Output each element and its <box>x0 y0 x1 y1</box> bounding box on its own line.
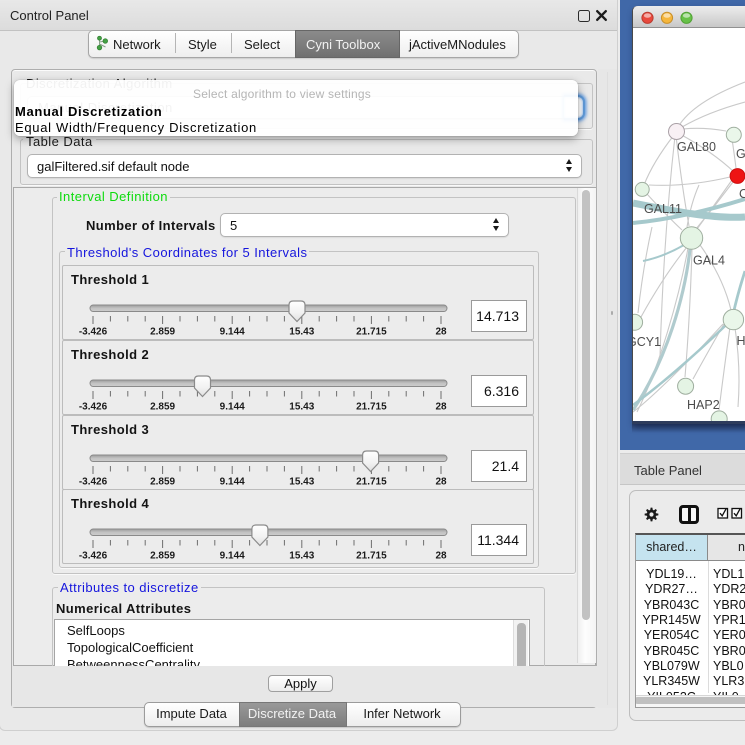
svg-text:9.144: 9.144 <box>220 327 245 338</box>
svg-text:28: 28 <box>435 402 447 413</box>
svg-text:15.43: 15.43 <box>289 327 314 338</box>
svg-text:G: G <box>736 147 745 161</box>
svg-text:21.715: 21.715 <box>356 327 387 338</box>
svg-text:H: H <box>737 334 745 348</box>
svg-text:9.144: 9.144 <box>220 551 245 562</box>
svg-text:2.859: 2.859 <box>150 477 175 488</box>
svg-text:21.715: 21.715 <box>356 402 387 413</box>
svg-text:21.715: 21.715 <box>356 551 387 562</box>
svg-text:9.144: 9.144 <box>220 402 245 413</box>
svg-text:28: 28 <box>435 477 447 488</box>
svg-text:15.43: 15.43 <box>289 477 314 488</box>
svg-text:21.715: 21.715 <box>356 477 387 488</box>
svg-text:-3.426: -3.426 <box>79 327 108 338</box>
svg-text:2.859: 2.859 <box>150 551 175 562</box>
svg-text:15.43: 15.43 <box>289 402 314 413</box>
svg-text:-3.426: -3.426 <box>79 551 108 562</box>
svg-text:28: 28 <box>435 327 447 338</box>
svg-text:28: 28 <box>435 551 447 562</box>
svg-text:GCY1: GCY1 <box>633 335 661 349</box>
svg-text:HAP2: HAP2 <box>687 398 720 412</box>
svg-text:9.144: 9.144 <box>220 477 245 488</box>
svg-text:-3.426: -3.426 <box>79 402 108 413</box>
svg-text:15.43: 15.43 <box>289 551 314 562</box>
svg-text:GAL4: GAL4 <box>693 254 725 268</box>
svg-text:2.859: 2.859 <box>150 402 175 413</box>
svg-text:2.859: 2.859 <box>150 327 175 338</box>
svg-text:-3.426: -3.426 <box>79 477 108 488</box>
svg-text:GAL11: GAL11 <box>644 202 682 216</box>
svg-text:GAL80: GAL80 <box>677 140 716 154</box>
svg-text:C: C <box>739 187 745 201</box>
